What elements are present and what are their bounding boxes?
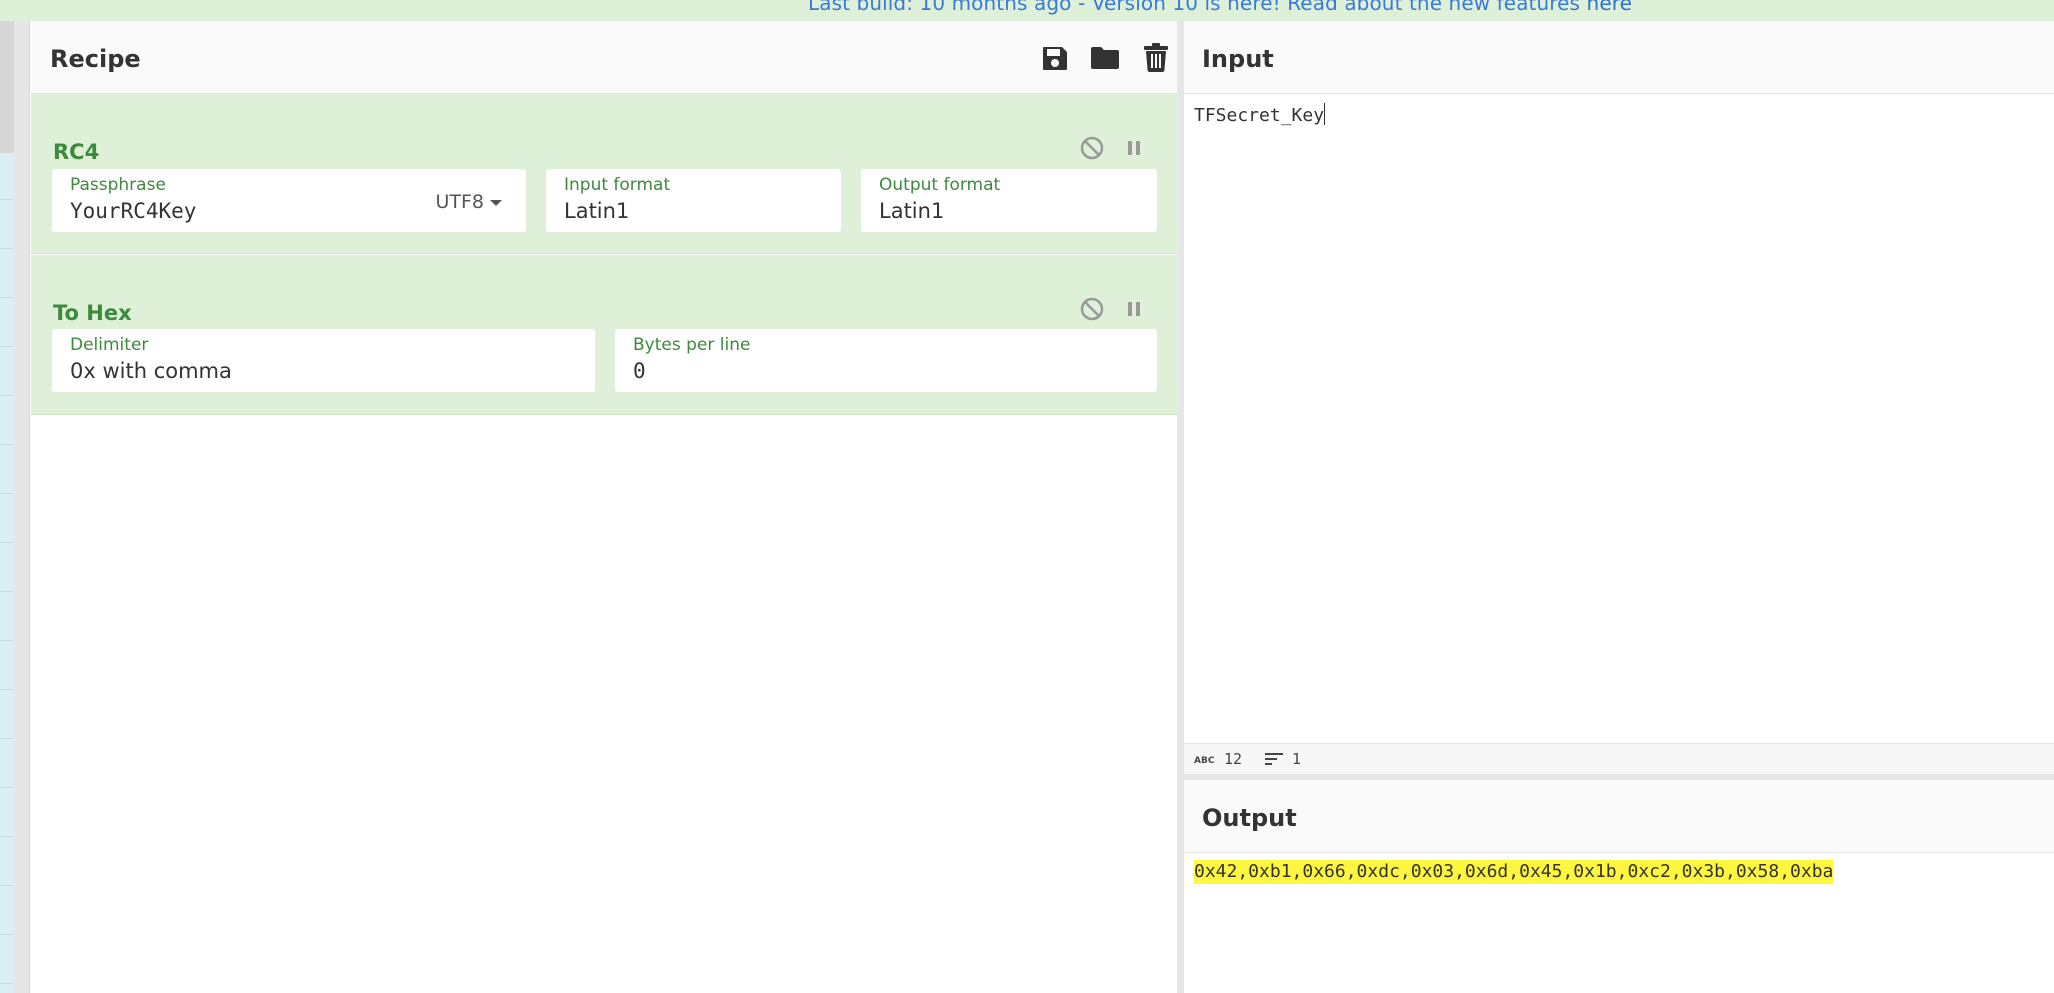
- breakpoint-button[interactable]: [1120, 134, 1148, 162]
- input-header: Input: [1184, 21, 2054, 94]
- folder-icon: [1091, 47, 1119, 69]
- disable-operation-button[interactable]: [1078, 295, 1106, 323]
- disable-operation-button[interactable]: [1078, 134, 1106, 162]
- output-format-value[interactable]: Latin1: [879, 199, 944, 223]
- input-status-bar: ABC 12 1: [1184, 743, 2054, 774]
- input-format-label: Input format: [564, 175, 671, 195]
- input-textarea[interactable]: TFSecret_Key: [1194, 103, 1326, 126]
- io-panel: Input TFSecret_Key ABC 12 1 Output 0x42,…: [1184, 21, 2054, 993]
- operations-panel-edge: [0, 21, 14, 993]
- pause-icon: [1128, 302, 1140, 316]
- pause-icon: [1128, 141, 1140, 155]
- load-recipe-button[interactable]: [1088, 41, 1122, 75]
- input-length-value: 12: [1224, 750, 1243, 768]
- passphrase-label: Passphrase: [70, 175, 166, 195]
- operation-rc4[interactable]: RC4 Passphrase YourRC4Key UTF8 Input for…: [31, 94, 1177, 254]
- recipe-header: Recipe: [31, 21, 1177, 94]
- output-title: Output: [1202, 804, 1297, 832]
- trash-icon: [1144, 43, 1168, 73]
- output-format-field[interactable]: Output format Latin1: [861, 169, 1157, 232]
- input-text: TFSecret_Key: [1194, 105, 1325, 126]
- notice-banner: Last build: 10 months ago - Version 10 i…: [0, 0, 2054, 21]
- delimiter-field[interactable]: Delimiter 0x with comma: [52, 329, 595, 392]
- app-root: Last build: 10 months ago - Version 10 i…: [0, 0, 2054, 993]
- svg-text:ABC: ABC: [1194, 756, 1215, 765]
- recipe-panel: Recipe RC4 Passphrase YourRC4Key UTF8 In…: [31, 21, 1177, 993]
- input-format-value[interactable]: Latin1: [564, 199, 629, 223]
- encoding-selected: UTF8: [435, 191, 484, 213]
- banner-news-text: Version 10 is here! Read about the new f…: [1091, 0, 1587, 15]
- lines-icon: [1265, 753, 1283, 765]
- input-lines-value: 1: [1292, 750, 1302, 768]
- abc-icon: ABC: [1194, 756, 1215, 765]
- input-length-status: ABC 12: [1194, 750, 1242, 768]
- operation-title: RC4: [53, 140, 100, 164]
- bytes-per-line-field[interactable]: Bytes per line 0: [615, 329, 1157, 392]
- bytes-per-line-input[interactable]: 0: [633, 359, 646, 383]
- panel-resize-gutter-left[interactable]: [14, 21, 30, 993]
- banner-separator: -: [1071, 0, 1092, 15]
- disable-icon: [1080, 297, 1104, 321]
- input-title: Input: [1202, 45, 1274, 73]
- bytes-per-line-label: Bytes per line: [633, 335, 751, 355]
- disable-icon: [1080, 136, 1104, 160]
- delimiter-label: Delimiter: [70, 335, 149, 355]
- banner-news-link[interactable]: here: [1587, 0, 1632, 15]
- passphrase-encoding-dropdown[interactable]: UTF8: [435, 191, 502, 213]
- chevron-down-icon: [490, 200, 502, 206]
- input-format-field[interactable]: Input format Latin1: [546, 169, 841, 232]
- save-recipe-button[interactable]: [1038, 41, 1072, 75]
- recipe-title: Recipe: [50, 45, 141, 73]
- text-cursor: [1324, 103, 1326, 125]
- banner-text: Last build: 10 months ago - Version 10 i…: [808, 0, 1632, 15]
- delimiter-value[interactable]: 0x with comma: [70, 359, 232, 383]
- clear-recipe-button[interactable]: [1139, 41, 1173, 75]
- operation-to-hex[interactable]: To Hex Delimiter 0x with comma Bytes per…: [31, 255, 1177, 415]
- output-text[interactable]: 0x42,0xb1,0x66,0xdc,0x03,0x6d,0x45,0x1b,…: [1194, 860, 1834, 884]
- output-header: Output: [1184, 780, 2054, 853]
- input-lines-status: 1: [1264, 750, 1301, 768]
- save-icon: [1043, 47, 1067, 70]
- last-build-text: Last build: 10 months ago: [808, 0, 1072, 15]
- breakpoint-button[interactable]: [1120, 295, 1148, 323]
- passphrase-field[interactable]: Passphrase YourRC4Key UTF8: [52, 169, 526, 232]
- operation-title: To Hex: [53, 301, 132, 325]
- panel-resize-gutter-middle[interactable]: [1177, 21, 1184, 993]
- output-format-label: Output format: [879, 175, 1001, 195]
- passphrase-input[interactable]: YourRC4Key: [70, 199, 196, 223]
